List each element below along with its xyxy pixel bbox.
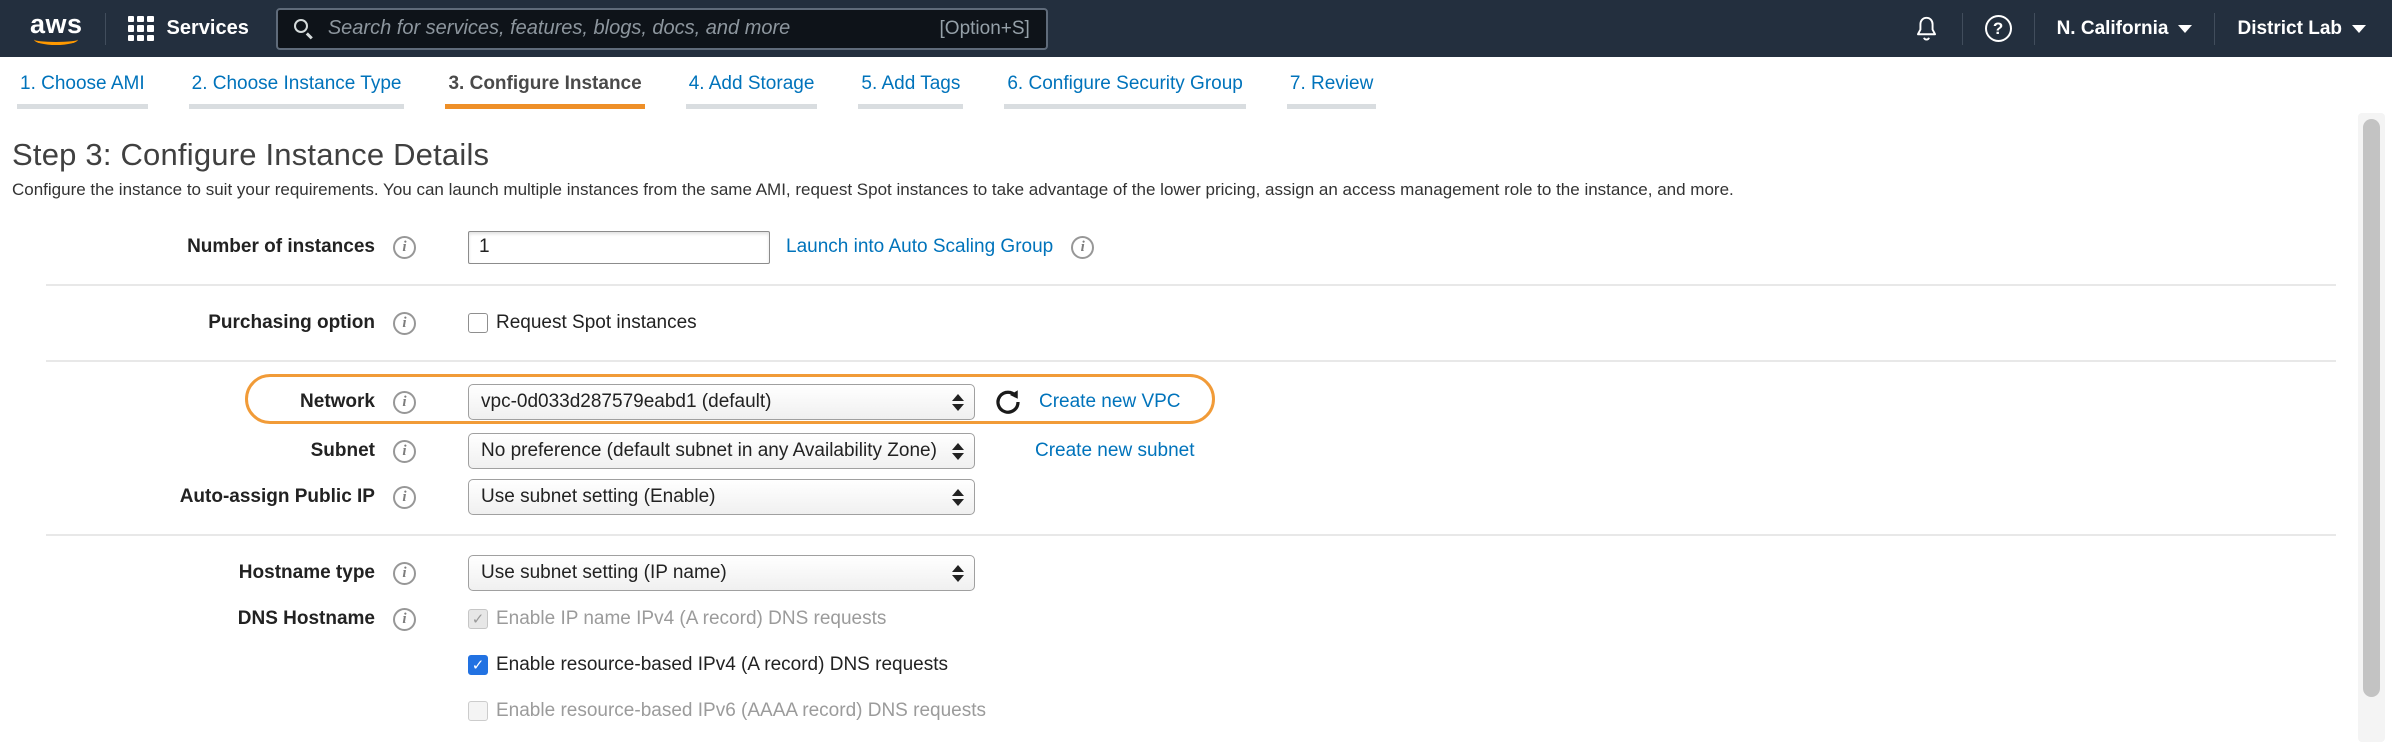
row-subnet: Subnet i No preference (default subnet i… (0, 428, 2392, 474)
chevron-down-icon (2178, 25, 2192, 33)
info-icon[interactable]: i (393, 486, 416, 509)
tab-choose-instance-type[interactable]: 2. Choose Instance Type (189, 73, 405, 109)
info-icon[interactable]: i (1071, 236, 1094, 259)
network-select[interactable]: vpc-0d033d287579eabd1 (default) (468, 384, 975, 420)
info-icon[interactable]: i (393, 440, 416, 463)
configure-instance-form: Number of instances i Launch into Auto S… (0, 224, 2392, 734)
page-subtitle: Configure the instance to suit your requ… (12, 180, 2352, 200)
row-number-of-instances: Number of instances i Launch into Auto S… (0, 224, 2392, 270)
aws-logo[interactable]: aws (30, 12, 83, 46)
enable-resource-based-ipv4-checkbox[interactable]: ✓ (468, 655, 488, 675)
hostname-type-label: Hostname type (0, 562, 375, 584)
header-divider (1962, 13, 1963, 45)
account-menu[interactable]: District Lab (2237, 18, 2366, 40)
top-navigation-bar: aws Services [Option+S] ? N. California … (0, 0, 2392, 57)
search-shortcut: [Option+S] (940, 18, 1030, 40)
select-arrows-icon (952, 443, 964, 460)
notifications-bell-icon[interactable] (1913, 14, 1940, 43)
search-icon (294, 19, 314, 39)
select-arrows-icon (952, 489, 964, 506)
auto-assign-public-ip-select[interactable]: Use subnet setting (Enable) (468, 479, 975, 515)
enable-resource-based-ipv6-checkbox (468, 701, 488, 721)
row-auto-assign-public-ip: Auto-assign Public IP i Use subnet setti… (0, 474, 2392, 520)
tab-add-tags[interactable]: 5. Add Tags (858, 73, 963, 109)
tab-choose-ami[interactable]: 1. Choose AMI (17, 73, 148, 109)
hostname-type-select[interactable]: Use subnet setting (IP name) (468, 555, 975, 591)
subnet-label: Subnet (0, 440, 375, 462)
enable-resource-based-ipv4-label: Enable resource-based IPv4 (A record) DN… (496, 654, 948, 676)
network-label: Network (0, 391, 375, 413)
header-divider (105, 13, 106, 45)
info-icon[interactable]: i (393, 312, 416, 335)
help-icon[interactable]: ? (1985, 15, 2012, 42)
services-menu[interactable]: Services (128, 16, 249, 42)
row-hostname-type: Hostname type i Use subnet setting (IP n… (0, 550, 2392, 596)
refresh-icon[interactable] (993, 387, 1023, 417)
tab-configure-security-group[interactable]: 6. Configure Security Group (1004, 73, 1246, 109)
search-input[interactable] (328, 17, 928, 40)
enable-ip-name-ipv4-checkbox: ✓ (468, 609, 488, 629)
select-arrows-icon (952, 565, 964, 582)
row-dns-resource-ipv6: i Enable resource-based IPv6 (AAAA recor… (0, 688, 2392, 734)
dns-hostname-label: DNS Hostname (0, 608, 375, 630)
subnet-select[interactable]: No preference (default subnet in any Ava… (468, 433, 975, 469)
tab-add-storage[interactable]: 4. Add Storage (686, 73, 818, 109)
enable-resource-based-ipv6-label: Enable resource-based IPv6 (AAAA record)… (496, 700, 986, 722)
account-label: District Lab (2237, 18, 2342, 40)
tab-review[interactable]: 7. Review (1287, 73, 1376, 109)
number-of-instances-label: Number of instances (0, 236, 375, 258)
row-dns-hostname: DNS Hostname i ✓ Enable IP name IPv4 (A … (0, 596, 2392, 642)
global-search[interactable]: [Option+S] (276, 8, 1048, 50)
info-icon[interactable]: i (393, 236, 416, 259)
info-icon[interactable]: i (393, 562, 416, 585)
page-title: Step 3: Configure Instance Details (12, 137, 2352, 173)
create-new-subnet-link[interactable]: Create new subnet (1035, 440, 1195, 462)
create-new-vpc-link[interactable]: Create new VPC (1039, 391, 1181, 413)
wizard-step-tabs: 1. Choose AMI 2. Choose Instance Type 3.… (0, 57, 2392, 112)
aws-smile-icon (34, 34, 78, 45)
header-divider (2034, 13, 2035, 45)
info-icon[interactable]: i (393, 608, 416, 631)
request-spot-instances-label: Request Spot instances (496, 312, 697, 334)
scrollbar-track[interactable] (2358, 113, 2385, 742)
row-purchasing-option: Purchasing option i Request Spot instanc… (0, 300, 2392, 346)
scrollbar-thumb[interactable] (2363, 119, 2380, 697)
services-grid-icon (128, 16, 154, 42)
region-label: N. California (2057, 18, 2169, 40)
header-divider (2214, 13, 2215, 45)
divider (46, 534, 2336, 536)
select-arrows-icon (952, 394, 964, 411)
tab-configure-instance[interactable]: 3. Configure Instance (445, 73, 644, 109)
divider (46, 360, 2336, 362)
row-network: Network i vpc-0d033d287579eabd1 (default… (0, 376, 2392, 428)
enable-ip-name-ipv4-label: Enable IP name IPv4 (A record) DNS reque… (496, 608, 886, 630)
row-dns-resource-ipv4: i ✓ Enable resource-based IPv4 (A record… (0, 642, 2392, 688)
divider (46, 284, 2336, 286)
info-icon[interactable]: i (393, 391, 416, 414)
request-spot-instances-checkbox[interactable] (468, 313, 488, 333)
launch-into-auto-scaling-group-link[interactable]: Launch into Auto Scaling Group (786, 236, 1053, 258)
chevron-down-icon (2352, 25, 2366, 33)
number-of-instances-input[interactable] (468, 231, 770, 264)
region-selector[interactable]: N. California (2057, 18, 2193, 40)
purchasing-option-label: Purchasing option (0, 312, 375, 334)
auto-assign-public-ip-label: Auto-assign Public IP (0, 486, 375, 508)
services-label: Services (167, 17, 249, 40)
